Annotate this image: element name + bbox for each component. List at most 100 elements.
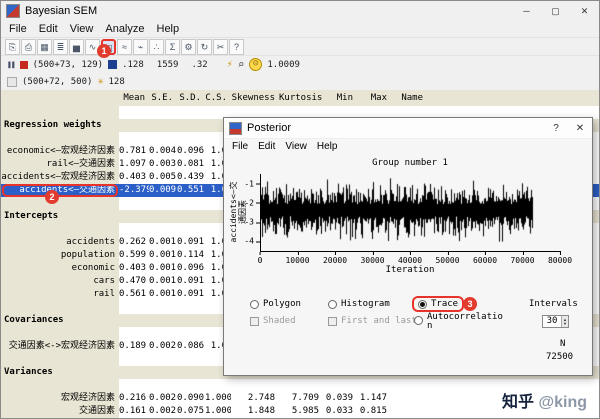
checkbox-square [328, 316, 337, 326]
scatter-icon[interactable]: ∴ [149, 38, 164, 55]
histogram-label: Histogram [341, 299, 390, 309]
menu-file[interactable]: File [3, 23, 33, 35]
x-tick-label: 60000 [472, 252, 498, 265]
radio-circle [328, 299, 337, 309]
row-label: accidents [1, 236, 119, 249]
intervals-stepper[interactable]: 30 ▲ ▼ [542, 315, 569, 328]
table-cell: 0.216 [119, 393, 147, 403]
table-cell: 0.781 [119, 146, 147, 156]
trace-plot [260, 174, 561, 252]
posterior-title: Posterior [247, 122, 292, 134]
asterisk-icon: ✳ [97, 76, 104, 87]
row-label [1, 106, 119, 119]
table-cell: 0.002 [149, 341, 177, 351]
histogram-radio[interactable]: Histogram [328, 299, 390, 309]
titlebar[interactable]: Bayesian SEM ─ ▢ ✕ [1, 1, 599, 21]
table-cell: 0.403 [119, 172, 147, 182]
autocorrelation-radio[interactable]: Autocorrelation [414, 313, 503, 331]
table-cell: 0.114 [177, 250, 205, 260]
intervals-spinbox[interactable]: 30 ▲ ▼ [542, 315, 569, 328]
trace-canvas [261, 174, 561, 251]
row-label: economic [1, 262, 119, 275]
row-label: economic<—宏观经济因素 [1, 145, 119, 158]
refresh-icon[interactable]: ↻ [197, 38, 212, 55]
row-label: rail<—交通因素 [1, 158, 119, 171]
row-label: 交通因素<->宏观经济因素 [1, 340, 119, 353]
table-cell: 0.033 [325, 406, 353, 416]
print-icon[interactable]: ⎙ [21, 38, 36, 55]
autocorrelation-icon[interactable]: ⌁ [133, 38, 148, 55]
x-tick-label: 30000 [360, 252, 385, 265]
cut-icon[interactable]: ✂ [213, 38, 228, 55]
x-tick-label: 20000 [322, 252, 348, 265]
dialog-help-button[interactable]: ? [544, 118, 568, 138]
app-icon [6, 4, 20, 18]
window-controls: ─ ▢ ✕ [512, 1, 599, 21]
table-cell: 0.439 [177, 172, 205, 182]
maximize-button[interactable]: ▢ [541, 1, 570, 21]
polygon-radio[interactable]: Polygon [250, 299, 301, 309]
summary-icon[interactable]: Σ [165, 38, 180, 55]
menu-analyze[interactable]: Analyze [99, 23, 150, 35]
list-icon[interactable]: ≣ [53, 38, 68, 55]
options-icon[interactable]: ⚙ [181, 38, 196, 55]
menu-edit[interactable]: Edit [33, 23, 64, 35]
pause-icon[interactable]: ❚❚ [7, 60, 16, 69]
table-cell: 0.189 [119, 341, 147, 351]
stat-value-1: .128 [122, 59, 144, 70]
table-cell: 5.985 [291, 406, 319, 416]
lightning-icon[interactable]: ⚡ [227, 59, 233, 70]
first-and-last-checkbox: First and last [328, 316, 417, 326]
magnifier-icon[interactable]: ⌕ [238, 58, 245, 71]
table-cell: 0.091 [177, 289, 205, 299]
table-cell: 0.091 [177, 237, 205, 247]
row-label: 交通因素 [1, 405, 119, 418]
x-tick-label: 10000 [285, 252, 310, 265]
histogram-icon[interactable]: ▅ [69, 38, 84, 55]
x-tick-label: 80000 [547, 252, 573, 265]
close-button[interactable]: ✕ [570, 1, 599, 21]
minimize-button[interactable]: ─ [512, 1, 541, 21]
table-cell: 0.403 [119, 263, 147, 273]
table-cell: Kurtosis [279, 93, 323, 103]
row-label: rail [1, 288, 119, 301]
table-cell: 0.090 [177, 393, 205, 403]
table-cell: 0.003 [149, 159, 177, 169]
table-cell: Name [401, 93, 423, 103]
posterior-dialog: Posterior ? ✕ File Edit View Help Group num… [223, 117, 593, 376]
table-cell: 0.096 [177, 263, 205, 273]
spinner-arrows-icon[interactable]: ▲ ▼ [561, 316, 568, 327]
x-ticks: 0 10000 20000 30000 40000 50000 60000 70000 8000… [258, 252, 572, 265]
menu-help[interactable]: Help [312, 141, 343, 152]
row-label: Regression weights [1, 119, 119, 132]
y-tick-label: -3 [244, 218, 260, 227]
posterior-titlebar[interactable]: Posterior ? ✕ [224, 118, 592, 139]
menu-file[interactable]: File [227, 141, 253, 152]
table-cell: 0.075 [177, 406, 205, 416]
y-tick-label: -2 [244, 198, 260, 207]
table-cell: 0.081 [177, 159, 205, 169]
trace-plot-icon[interactable]: ≈ [117, 38, 132, 55]
y-ticks: -1 -2 -3 -4 [224, 174, 260, 251]
menu-edit[interactable]: Edit [253, 141, 280, 152]
table-cell: 0.470 [119, 276, 147, 286]
row-label [1, 132, 119, 145]
group-label: Group number 1 [372, 158, 448, 168]
annotation-step-1: 1 [97, 44, 111, 58]
table-icon[interactable]: ▦ [37, 38, 52, 55]
stop-icon[interactable] [19, 60, 28, 69]
radio-circle [414, 316, 423, 325]
posterior-title-buttons: ? ✕ [544, 118, 592, 138]
dialog-close-button[interactable]: ✕ [568, 118, 592, 138]
status-row-2: (500+72, 500) ✳ 128 [1, 73, 599, 90]
trace-radio[interactable]: Trace [414, 298, 463, 310]
convergence-statistic: 1.0009 [267, 59, 300, 70]
row-label [1, 301, 119, 314]
bayesian-sem-window: Bayesian SEM ─ ▢ ✕ File Edit View Analyze He… [0, 0, 600, 419]
menu-view[interactable]: View [64, 23, 100, 35]
copy-icon[interactable]: ⎘ [5, 38, 20, 55]
status-row-1: ❚❚ (500+73, 129) .128 1559 .32 ⚡ ⌕ ☺ 1.0… [1, 56, 599, 73]
help-icon[interactable]: ? [229, 38, 244, 55]
menu-help[interactable]: Help [151, 23, 186, 35]
menu-view[interactable]: View [280, 141, 312, 152]
